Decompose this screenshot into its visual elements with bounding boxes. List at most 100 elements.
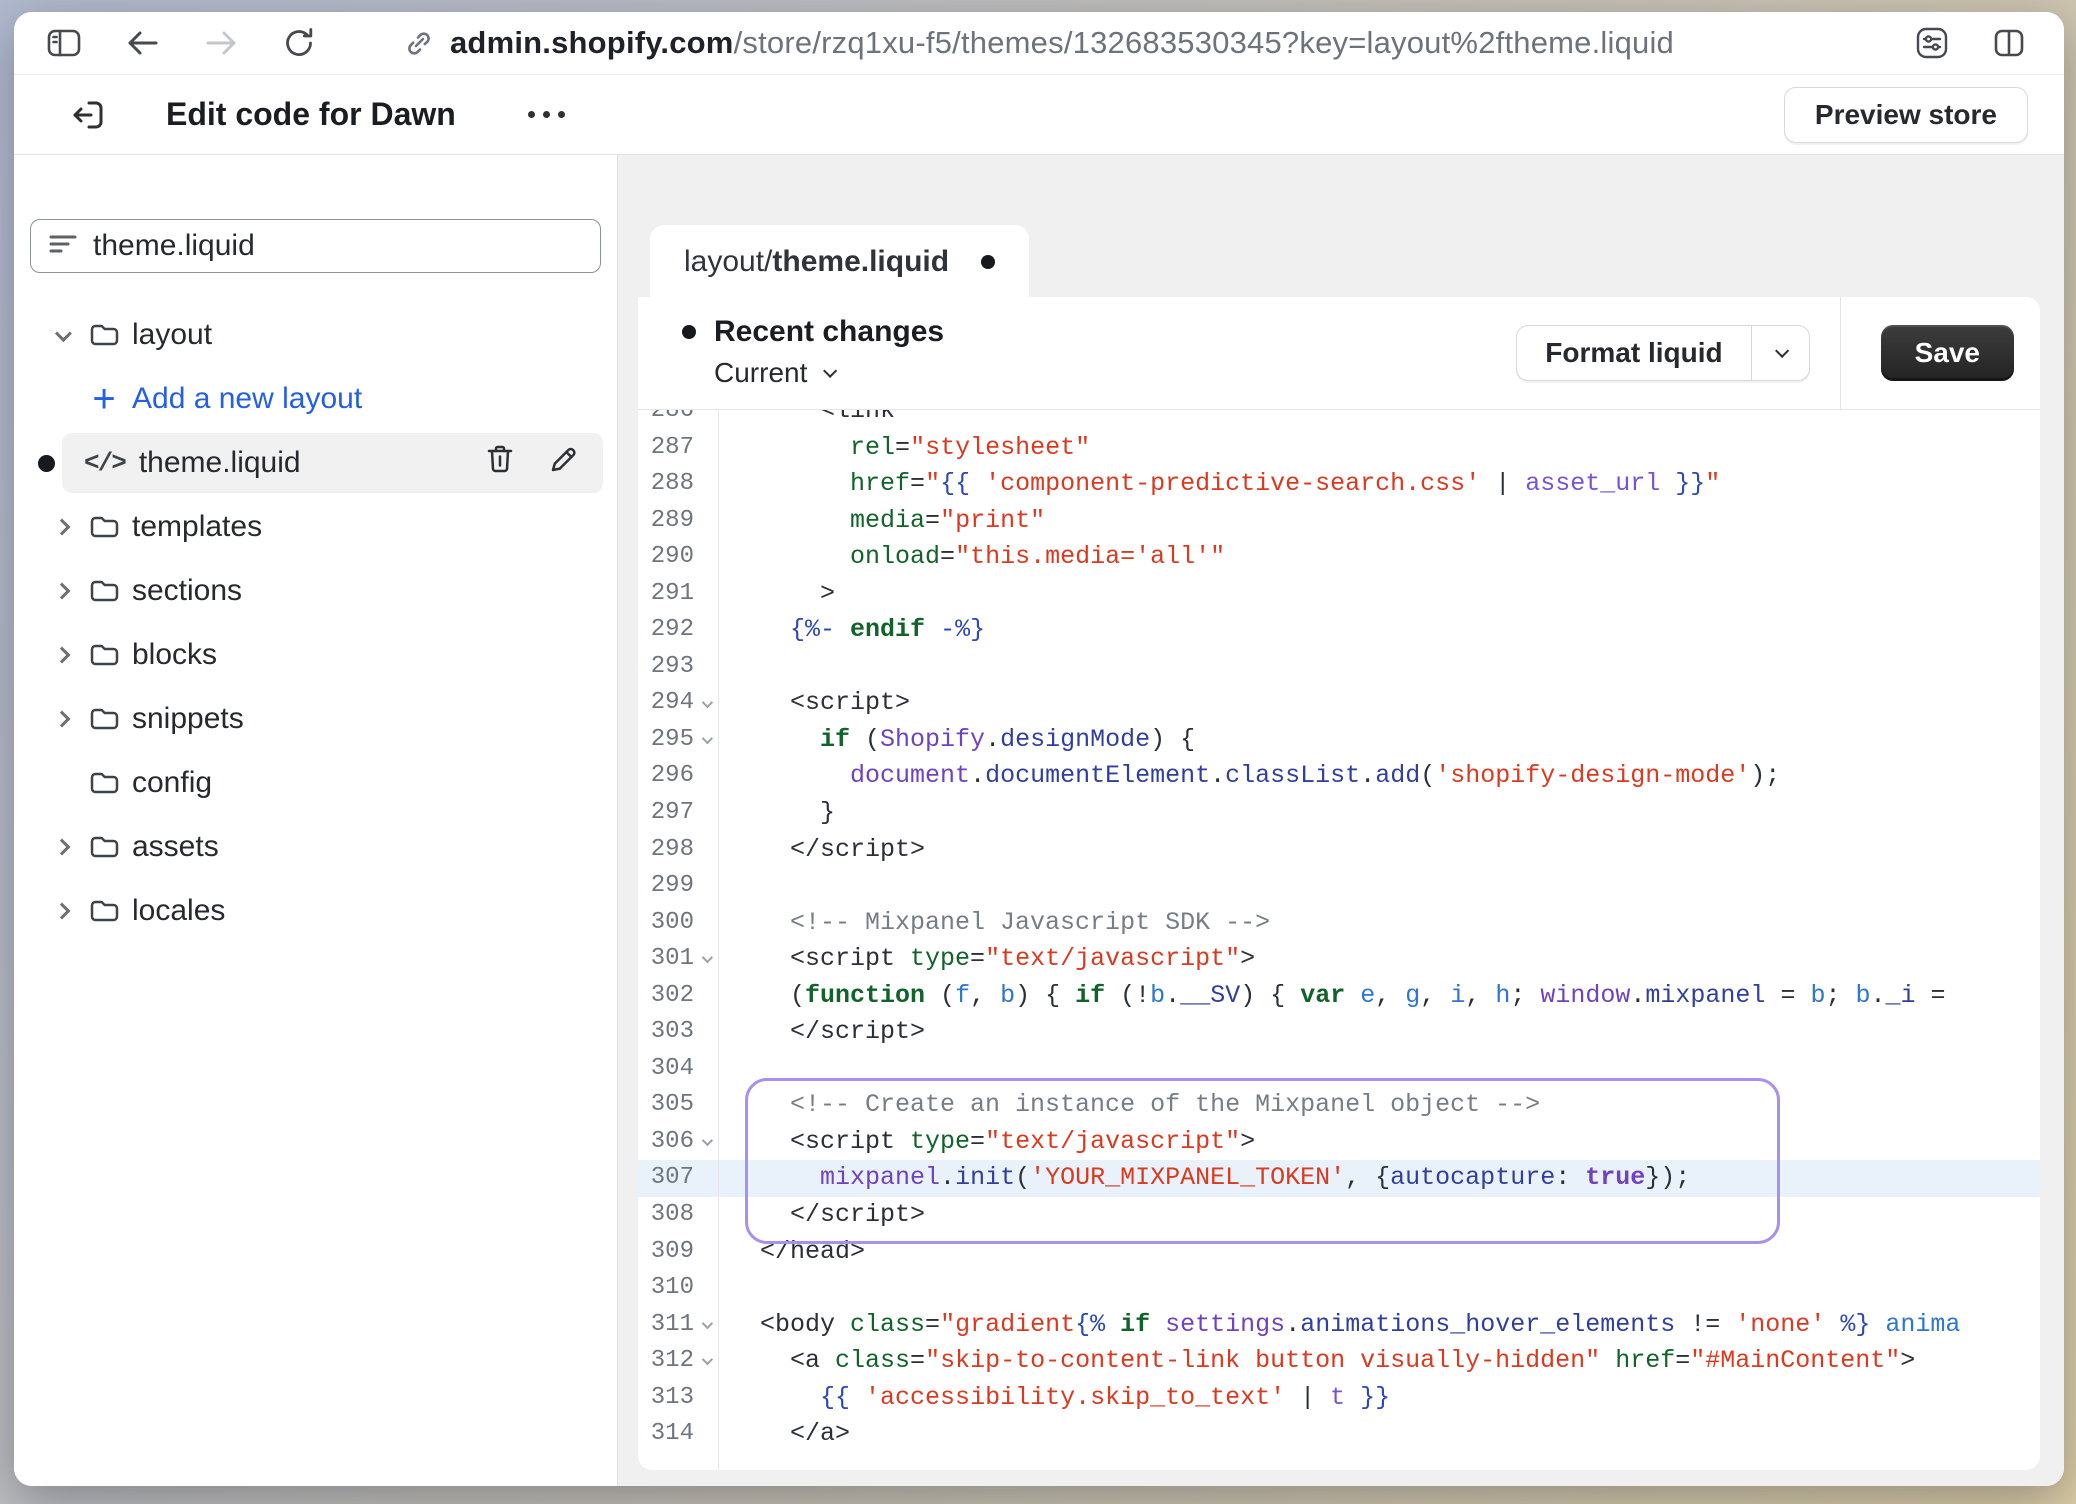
code-line-297[interactable]: 297 }: [638, 795, 2040, 832]
sidebar-item-layout[interactable]: layout: [14, 303, 617, 367]
code-line-288[interactable]: 288 href="{{ 'component-predictive-searc…: [638, 466, 2040, 503]
format-liquid-split-button: Format liquid: [1516, 325, 1809, 381]
line-gutter: 296: [638, 758, 718, 795]
line-number: 288: [638, 466, 694, 503]
code-line-311[interactable]: 311 <body class="gradient{% if settings.…: [638, 1307, 2040, 1344]
line-gutter: 310: [638, 1270, 718, 1307]
code-line-300[interactable]: 300 <!-- Mixpanel Javascript SDK -->: [638, 905, 2040, 942]
code-line-314[interactable]: 314 </a>: [638, 1416, 2040, 1453]
reload-icon[interactable]: [282, 26, 316, 60]
chevron-slot: [42, 905, 82, 917]
page-settings-icon[interactable]: [1914, 26, 1950, 60]
line-gutter: 290: [638, 539, 718, 576]
code-line-text: >: [718, 576, 835, 613]
code-line-309[interactable]: 309 </head>: [638, 1234, 2040, 1271]
code-line-289[interactable]: 289 media="print": [638, 503, 2040, 540]
code-line-305[interactable]: 305 <!-- Create an instance of the Mixpa…: [638, 1087, 2040, 1124]
code-line-308[interactable]: 308 </script>: [638, 1197, 2040, 1234]
split-view-icon[interactable]: [1992, 27, 2026, 59]
code-line-310[interactable]: 310: [638, 1270, 2040, 1307]
code-line-294[interactable]: 294 <script>: [638, 685, 2040, 722]
code-line-307[interactable]: 307 mixpanel.init('YOUR_MIXPANEL_TOKEN',…: [638, 1160, 2040, 1197]
preview-store-button[interactable]: Preview store: [1784, 87, 2028, 143]
sidebar-item-theme-liquid[interactable]: </>theme.liquid: [14, 431, 617, 495]
folder-label: locales: [132, 894, 225, 928]
code-line-298[interactable]: 298 </script>: [638, 832, 2040, 869]
file-search-box[interactable]: [30, 219, 601, 273]
code-line-text: href="{{ 'component-predictive-search.cs…: [718, 466, 1720, 503]
code-editor[interactable]: 286 <link287 rel="stylesheet"288 href="{…: [638, 410, 2040, 1470]
forward-arrow-icon[interactable]: [204, 27, 238, 59]
sidebar-item-blocks[interactable]: blocks: [14, 623, 617, 687]
line-number: 311: [638, 1307, 694, 1344]
fold-toggle-icon[interactable]: [702, 1135, 713, 1146]
fold-slot: [694, 1124, 718, 1161]
code-line-290[interactable]: 290 onload="this.media='all'": [638, 539, 2040, 576]
sidebar-item-assets[interactable]: assets: [14, 815, 617, 879]
code-line-text: {%- endif -%}: [718, 612, 985, 649]
line-gutter: 293: [638, 649, 718, 686]
file-tree: layout+Add a new layout</>theme.liquidte…: [14, 303, 617, 943]
file-sidebar: layout+Add a new layout</>theme.liquidte…: [14, 155, 618, 1486]
line-gutter: 286: [638, 410, 718, 430]
sidebar-item-sections[interactable]: sections: [14, 559, 617, 623]
code-line-text: </script>: [718, 832, 925, 869]
add-new-layout-button[interactable]: +Add a new layout: [14, 367, 617, 431]
fold-slot: [694, 1380, 718, 1417]
code-line-295[interactable]: 295 if (Shopify.designMode) {: [638, 722, 2040, 759]
sidebar-item-config[interactable]: config: [14, 751, 617, 815]
code-line-306[interactable]: 306 <script type="text/javascript">: [638, 1124, 2040, 1161]
line-number: 298: [638, 832, 694, 869]
format-liquid-button[interactable]: Format liquid: [1517, 326, 1750, 380]
exit-editor-icon[interactable]: [66, 93, 110, 137]
tab-layout-theme-liquid[interactable]: layout/theme.liquid: [650, 225, 1029, 298]
address-bar[interactable]: admin.shopify.com/store/rzq1xu-f5/themes…: [404, 25, 1674, 61]
line-gutter: 312: [638, 1343, 718, 1380]
code-line-286[interactable]: 286 <link: [638, 410, 2040, 430]
trash-icon[interactable]: [485, 443, 515, 483]
code-line-302[interactable]: 302 (function (f, b) { if (!b.__SV) { va…: [638, 978, 2040, 1015]
sidebar-item-locales[interactable]: locales: [14, 879, 617, 943]
more-actions-icon[interactable]: [518, 101, 575, 128]
version-selector[interactable]: Current: [682, 357, 833, 389]
code-line-299[interactable]: 299: [638, 868, 2040, 905]
format-options-button[interactable]: [1751, 326, 1809, 380]
fold-toggle-icon[interactable]: [702, 952, 713, 963]
chevron-down-icon: [823, 364, 837, 378]
folder-icon: [82, 641, 126, 669]
code-line-293[interactable]: 293: [638, 649, 2040, 686]
code-line-296[interactable]: 296 document.documentElement.classList.a…: [638, 758, 2040, 795]
save-button[interactable]: Save: [1881, 325, 2014, 381]
code-line-312[interactable]: 312 <a class="skip-to-content-link butto…: [638, 1343, 2040, 1380]
code-line-301[interactable]: 301 <script type="text/javascript">: [638, 941, 2040, 978]
code-line-text: <script type="text/javascript">: [718, 1124, 1255, 1161]
chevron-down-icon: [55, 325, 72, 342]
line-number: 300: [638, 905, 694, 942]
code-line-304[interactable]: 304: [638, 1051, 2040, 1088]
fold-slot: [694, 1014, 718, 1051]
code-line-291[interactable]: 291 >: [638, 576, 2040, 613]
url-domain: admin.shopify.com: [450, 25, 734, 60]
sidebar-toggle-icon[interactable]: [46, 27, 82, 59]
editor-toolbar: Recent changes Current Format liquid: [638, 297, 2040, 410]
code-line-292[interactable]: 292 {%- endif -%}: [638, 612, 2040, 649]
line-gutter: 309: [638, 1234, 718, 1271]
line-gutter: 304: [638, 1051, 718, 1088]
search-input[interactable]: [93, 229, 582, 263]
code-line-313[interactable]: 313 {{ 'accessibility.skip_to_text' | t …: [638, 1380, 2040, 1417]
line-number: 302: [638, 978, 694, 1015]
browser-window: admin.shopify.com/store/rzq1xu-f5/themes…: [14, 12, 2064, 1486]
fold-toggle-icon[interactable]: [702, 733, 713, 744]
code-file-icon: </>: [84, 448, 125, 478]
fold-toggle-icon[interactable]: [702, 1318, 713, 1329]
fold-toggle-icon[interactable]: [702, 697, 713, 708]
pencil-icon[interactable]: [549, 444, 579, 482]
fold-toggle-icon[interactable]: [702, 1354, 713, 1365]
sidebar-item-templates[interactable]: templates: [14, 495, 617, 559]
back-arrow-icon[interactable]: [126, 27, 160, 59]
line-number: 314: [638, 1416, 694, 1453]
line-gutter: 302: [638, 978, 718, 1015]
code-line-287[interactable]: 287 rel="stylesheet": [638, 430, 2040, 467]
code-line-303[interactable]: 303 </script>: [638, 1014, 2040, 1051]
sidebar-item-snippets[interactable]: snippets: [14, 687, 617, 751]
